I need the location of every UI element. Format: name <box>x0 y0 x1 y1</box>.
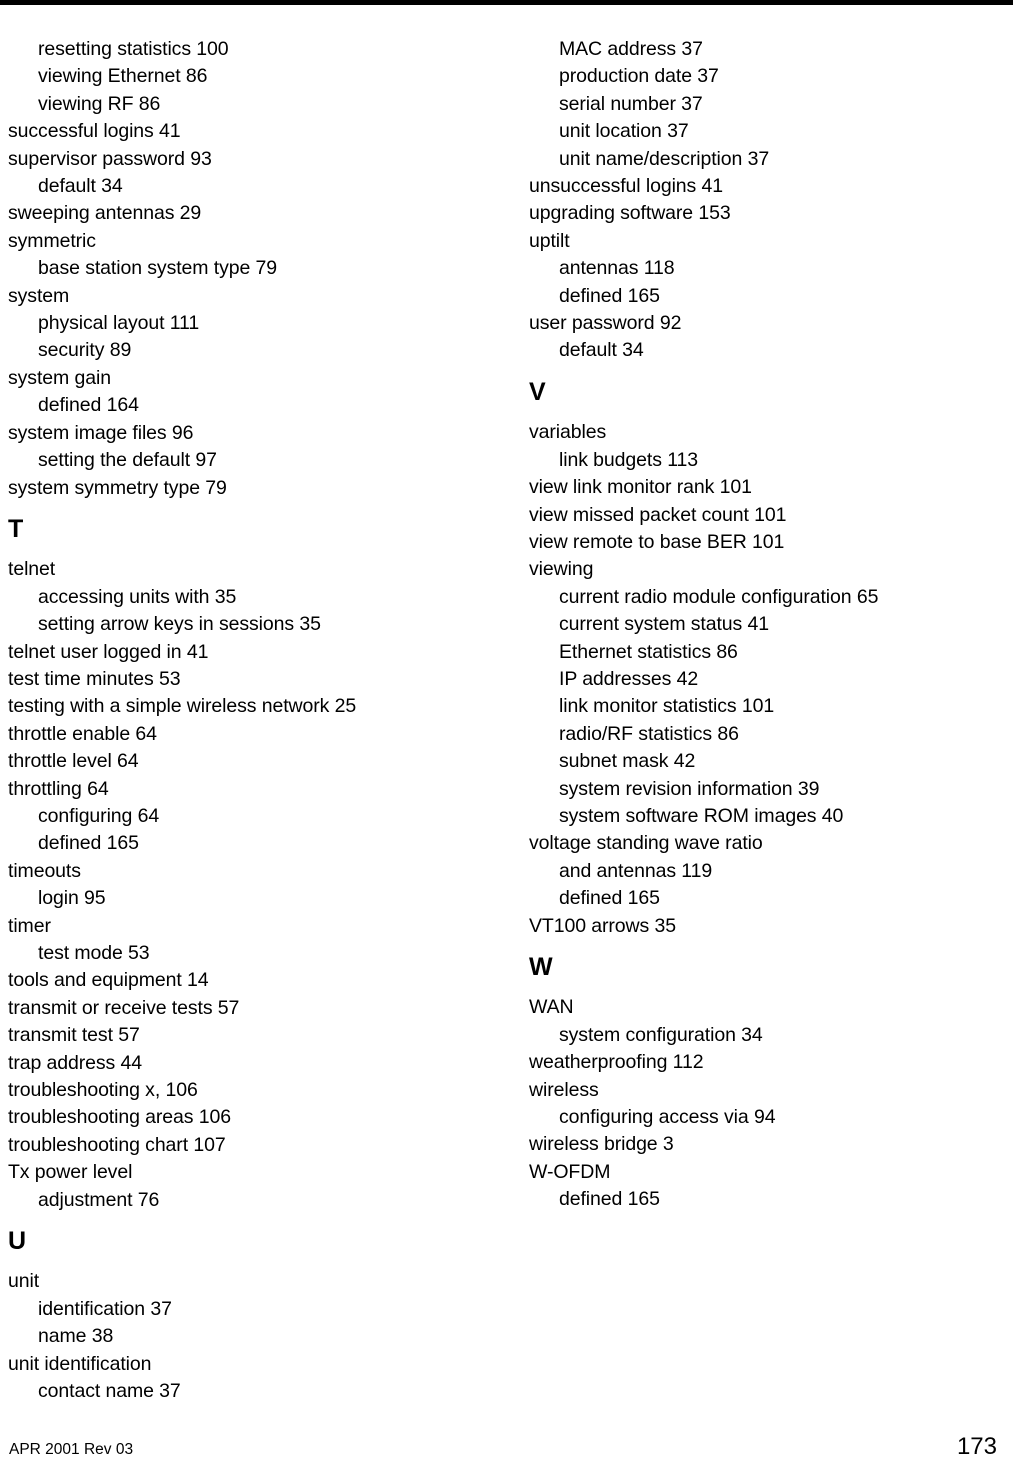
index-entry: system <box>8 284 70 307</box>
index-entry: uptilt <box>529 229 570 252</box>
index-subentry: IP addresses 42 <box>559 667 699 690</box>
index-subentry: antennas 118 <box>559 257 675 280</box>
index-subentry: serial number 37 <box>559 92 703 115</box>
index-entry: upgrading software 153 <box>529 202 731 225</box>
index-subentry: unit name/description 37 <box>559 147 770 170</box>
index-subentry: configuring access via 94 <box>559 1106 776 1129</box>
index-subentry: defined 165 <box>559 887 660 910</box>
index-subentry: unit location 37 <box>559 120 689 143</box>
index-entry: trap address 44 <box>8 1051 143 1074</box>
index-entry: VT100 arrows 35 <box>529 914 676 937</box>
index-subentry: accessing units with 35 <box>38 585 237 608</box>
index-subentry: login 95 <box>38 887 106 910</box>
index-entry: transmit or receive tests 57 <box>8 996 240 1019</box>
index-subentry: defined 165 <box>559 284 660 307</box>
index-entry: symmetric <box>8 229 96 252</box>
right-column: MAC address 37 production date 37 serial n… <box>513 36 983 1214</box>
index-entry: tools and equipment 14 <box>8 969 209 992</box>
index-subentry: radio/RF statistics 86 <box>559 722 739 745</box>
index-columns: resetting statistics 100 viewing Ethernet… <box>0 36 1013 1406</box>
index-entry: throttle level 64 <box>8 750 139 773</box>
index-subentry: link budgets 113 <box>559 448 698 471</box>
index-subentry: system configuration 34 <box>559 1023 763 1046</box>
index-subentry: physical layout 111 <box>38 312 200 335</box>
index-entry: W-OFDM <box>529 1160 611 1183</box>
index-page: resetting statistics 100 viewing Ethernet… <box>0 0 1013 1475</box>
index-subentry: defined 164 <box>38 394 139 417</box>
section-heading-v: V <box>529 377 546 406</box>
index-subentry: Ethernet statistics 86 <box>559 640 738 663</box>
index-entry: viewing <box>529 558 594 581</box>
index-entry: timer <box>8 914 51 937</box>
index-entry: wireless <box>529 1078 599 1101</box>
index-entry: unit <box>8 1270 40 1293</box>
index-subentry: defined 165 <box>38 832 139 855</box>
page-number: 173 <box>956 1433 997 1460</box>
index-entry: variables <box>529 421 607 444</box>
index-entry: weatherproofing 112 <box>529 1051 704 1074</box>
index-entry: unit identification <box>8 1352 152 1375</box>
index-subentry: resetting statistics 100 <box>38 38 229 60</box>
index-subentry: test mode 53 <box>38 942 150 964</box>
index-entry: system gain <box>8 366 111 389</box>
index-subentry: viewing Ethernet 86 <box>38 65 208 88</box>
index-entry: system symmetry type 79 <box>8 476 227 499</box>
index-entry: telnet user logged in 41 <box>8 640 209 663</box>
page-footer: APR 2001 Rev 03 173 <box>0 1433 1013 1461</box>
index-subentry: link monitor statistics 101 <box>559 695 775 718</box>
index-entry: timeouts <box>8 859 81 882</box>
index-subentry: MAC address 37 <box>559 38 703 60</box>
index-subentry: current radio module configuration 65 <box>559 585 879 608</box>
index-subentry: system revision information 39 <box>559 777 820 800</box>
index-entry: transmit test 57 <box>8 1024 140 1047</box>
index-subentry: default 34 <box>38 175 123 198</box>
index-subentry: setting arrow keys in sessions 35 <box>38 613 321 636</box>
index-entry: sweeping antennas 29 <box>8 202 202 225</box>
index-entry: test time minutes 53 <box>8 667 181 690</box>
index-subentry: defined 165 <box>559 1188 660 1211</box>
index-entry: unsuccessful logins 41 <box>529 175 723 198</box>
index-entry: throttle enable 64 <box>8 722 157 745</box>
index-entry: system image files 96 <box>8 421 194 444</box>
index-subentry: system software ROM images 40 <box>559 804 844 827</box>
index-entry: supervisor password 93 <box>8 147 212 170</box>
footer-revision-text: APR 2001 Rev 03 <box>9 1441 134 1458</box>
index-subentry: configuring 64 <box>38 804 160 827</box>
section-heading-w: W <box>529 953 553 981</box>
index-entry: view remote to base BER 101 <box>529 530 785 553</box>
index-subentry: security 89 <box>38 339 132 362</box>
index-entry: view link monitor rank 101 <box>529 476 752 499</box>
index-subentry: name 38 <box>38 1325 114 1348</box>
index-entry: wireless bridge 3 <box>529 1133 674 1156</box>
section-heading-t: T <box>8 514 24 543</box>
index-entry: successful logins 41 <box>8 120 181 143</box>
index-subentry: contact name 37 <box>38 1380 181 1403</box>
index-entry: troubleshooting chart 107 <box>8 1133 226 1156</box>
index-subentry: production date 37 <box>559 65 719 88</box>
page-top-edge-bar <box>0 0 1013 5</box>
index-entry: troubleshooting x, 106 <box>8 1079 198 1102</box>
index-subentry: setting the default 97 <box>38 449 217 472</box>
index-entry: Tx power level <box>8 1161 133 1184</box>
index-entry: telnet <box>8 558 56 581</box>
index-subentry: and antennas 119 <box>559 859 713 882</box>
left-column: resetting statistics 100 viewing Ethernet… <box>0 36 470 1406</box>
index-entry: throttling 64 <box>8 777 109 800</box>
index-subentry: subnet mask 42 <box>559 750 696 773</box>
section-heading-u: U <box>8 1227 27 1256</box>
index-subentry: current system status 41 <box>559 613 770 636</box>
index-entry: voltage standing wave ratio <box>529 832 763 855</box>
index-subentry: adjustment 76 <box>38 1188 160 1211</box>
index-subentry: base station system type 79 <box>38 257 278 280</box>
index-subentry: default 34 <box>559 339 644 362</box>
index-entry: testing with a simple wireless network 2… <box>8 695 357 718</box>
index-subentry: identification 37 <box>38 1297 172 1320</box>
index-subentry: viewing RF 86 <box>38 92 161 115</box>
index-entry: user password 92 <box>529 312 682 335</box>
index-entry: troubleshooting areas 106 <box>8 1106 231 1129</box>
index-entry: view missed packet count 101 <box>529 503 787 526</box>
index-entry: WAN <box>529 996 574 1019</box>
